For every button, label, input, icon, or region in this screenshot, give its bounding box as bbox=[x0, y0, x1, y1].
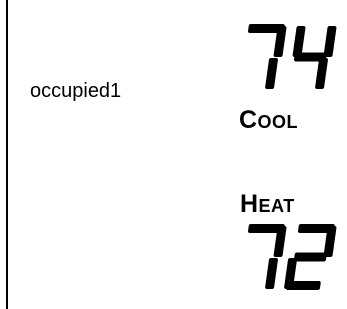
left-divider bbox=[6, 0, 8, 309]
cool-setpoint-display bbox=[247, 24, 337, 89]
digit-2-segment-b bbox=[323, 26, 337, 57]
cool-mode-label: Cool bbox=[239, 106, 299, 134]
digit-2-segment-d bbox=[285, 281, 321, 290]
digit-2-segment-f bbox=[292, 26, 306, 57]
digit-2-segment-g bbox=[293, 252, 327, 262]
heat-setpoint-display bbox=[247, 224, 337, 290]
schedule-name: occupied1 bbox=[30, 80, 122, 102]
heat-setpoint-digits bbox=[247, 224, 337, 290]
digit-1-segment-c bbox=[265, 58, 278, 89]
cool-setpoint-digits bbox=[247, 24, 337, 89]
thermostat-display: occupied1 Cool Heat bbox=[0, 0, 347, 309]
digit-2-segment-c bbox=[315, 58, 328, 89]
heat-mode-label: Heat bbox=[240, 190, 295, 218]
digit-1-segment-c bbox=[265, 258, 278, 289]
